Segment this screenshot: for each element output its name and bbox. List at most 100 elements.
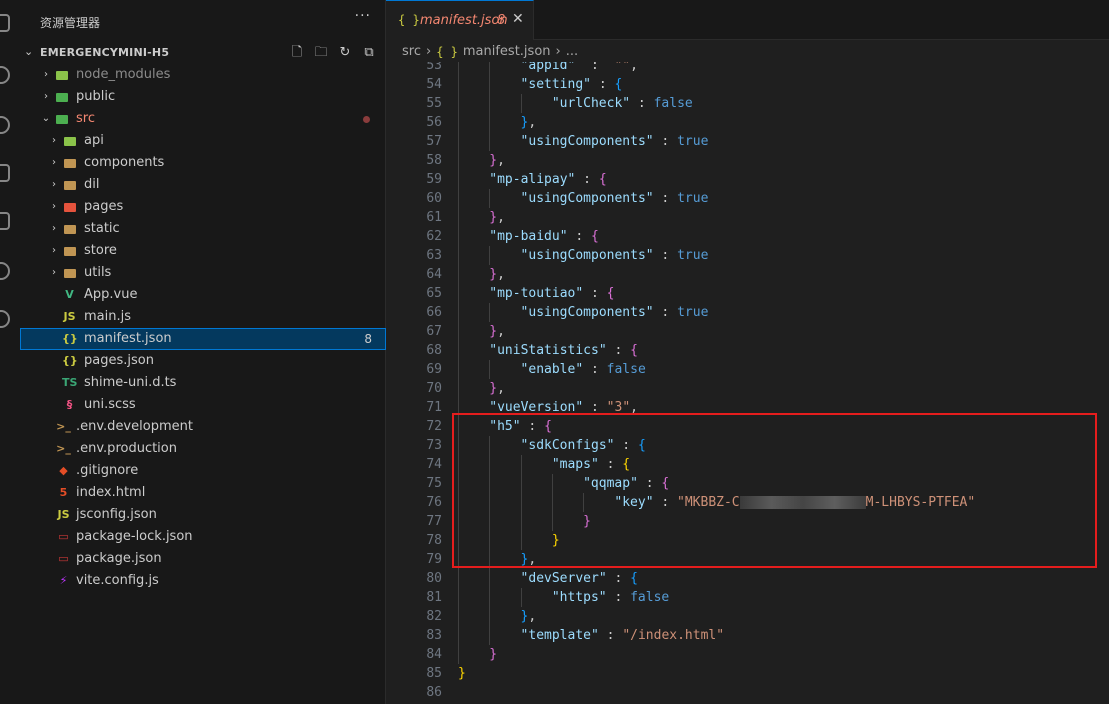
code-token: : bbox=[653, 191, 678, 206]
run-debug-icon[interactable] bbox=[0, 164, 10, 182]
refresh-icon[interactable]: ↻ bbox=[336, 44, 354, 62]
code-line: 63 "usingComponents" : true bbox=[386, 246, 1109, 265]
line-number: 78 bbox=[426, 533, 442, 548]
indent-guide bbox=[458, 265, 459, 284]
tree-item[interactable]: › node_modules bbox=[20, 64, 386, 86]
tree-item[interactable]: >_ .env.production bbox=[20, 438, 386, 460]
code-line: 56}, bbox=[386, 113, 1109, 132]
line-number: 75 bbox=[426, 476, 442, 491]
breadcrumb-file[interactable]: manifest.json bbox=[463, 44, 551, 59]
indent-guide bbox=[489, 360, 491, 379]
account-icon[interactable] bbox=[0, 310, 10, 328]
collapse-icon[interactable]: ⧉ bbox=[360, 44, 378, 62]
tree-item[interactable]: ⌄ src bbox=[20, 108, 386, 130]
tree-item-label: utils bbox=[84, 265, 112, 280]
tree-item[interactable]: {} pages.json bbox=[20, 350, 386, 372]
code-token: , bbox=[497, 267, 505, 282]
tree-item[interactable]: 5 index.html bbox=[20, 482, 386, 504]
tree-item[interactable]: ⚡ vite.config.js bbox=[20, 570, 386, 592]
tree-item[interactable]: › components bbox=[20, 152, 386, 174]
code-text: } bbox=[458, 664, 466, 683]
line-number: 53 bbox=[426, 62, 442, 73]
workspace-root[interactable]: ⌄ EMERGENCYMINI-H5 🗋 🗀 ↻ ⧉ bbox=[20, 42, 386, 64]
tree-item-label: node_modules bbox=[76, 67, 171, 82]
chevron-right-icon: › bbox=[44, 69, 48, 80]
folder-icon bbox=[56, 93, 68, 102]
folder-icon bbox=[64, 269, 76, 278]
code-editor[interactable]: 53 "appid" : "", 54 "setting" : {55 "urlChec… bbox=[386, 62, 1109, 704]
tree-item[interactable]: V App.vue bbox=[20, 284, 386, 306]
tree-item[interactable]: {} manifest.json 8 bbox=[20, 328, 386, 350]
line-number: 80 bbox=[426, 571, 442, 586]
line-number: 70 bbox=[426, 381, 442, 396]
line-number: 79 bbox=[426, 552, 442, 567]
code-token: } bbox=[489, 210, 498, 225]
indent-guide bbox=[520, 94, 522, 113]
code-token: "usingComponents" bbox=[520, 134, 654, 149]
source-control-icon[interactable] bbox=[0, 116, 10, 134]
tree-item-label: vite.config.js bbox=[76, 573, 159, 588]
tree-item[interactable]: JS main.js bbox=[20, 306, 386, 328]
code-token: "https" bbox=[551, 590, 607, 605]
tree-item[interactable]: › dil bbox=[20, 174, 386, 196]
remote-explorer-icon[interactable] bbox=[0, 262, 10, 280]
tree-item[interactable]: › public bbox=[20, 86, 386, 108]
tree-item-label: components bbox=[84, 155, 165, 170]
code-text: "urlCheck" : false bbox=[552, 94, 693, 113]
explorer-title: 资源管理器 bbox=[40, 16, 101, 30]
new-file-icon[interactable]: 🗋 bbox=[288, 44, 306, 62]
indent-guide bbox=[458, 607, 459, 626]
line-number: 68 bbox=[426, 343, 442, 358]
tree-item[interactable]: › utils bbox=[20, 262, 386, 284]
code-token: : bbox=[630, 96, 654, 111]
tree-item[interactable]: JS jsconfig.json bbox=[20, 504, 386, 526]
code-line: 66 "usingComponents" : true bbox=[386, 303, 1109, 322]
file-type-icon: V bbox=[65, 288, 74, 301]
code-text: "usingComponents" : true bbox=[521, 246, 709, 265]
tree-item-label: jsconfig.json bbox=[76, 507, 157, 522]
files-icon[interactable] bbox=[0, 14, 10, 32]
code-line: 62 "mp-baidu" : { bbox=[386, 227, 1109, 246]
tree-item[interactable]: >_ .env.development bbox=[20, 416, 386, 438]
tree-item-label: store bbox=[84, 243, 117, 258]
line-number: 85 bbox=[426, 666, 442, 681]
close-icon[interactable]: ✕ bbox=[512, 11, 524, 27]
search-icon[interactable] bbox=[0, 66, 10, 84]
tree-item-label: public bbox=[76, 89, 116, 104]
indent-guide bbox=[458, 75, 459, 94]
folder-icon bbox=[64, 225, 76, 234]
code-token: { bbox=[630, 343, 638, 358]
code-token: : bbox=[598, 628, 623, 643]
code-token: } bbox=[489, 153, 498, 168]
breadcrumb-folder[interactable]: src bbox=[402, 44, 421, 59]
code-token: true bbox=[677, 134, 709, 149]
code-token: "setting" bbox=[520, 77, 591, 92]
extensions-icon[interactable] bbox=[0, 212, 10, 230]
tree-item[interactable]: § uni.scss bbox=[20, 394, 386, 416]
tree-item[interactable]: ▭ package.json bbox=[20, 548, 386, 570]
new-folder-icon[interactable]: 🗀 bbox=[312, 44, 330, 62]
tree-item[interactable]: › pages bbox=[20, 196, 386, 218]
line-number: 66 bbox=[426, 305, 442, 320]
line-number: 64 bbox=[426, 267, 442, 282]
code-token: : bbox=[606, 571, 631, 586]
tab-manifest-json[interactable]: { } manifest.json 8 ✕ bbox=[386, 0, 534, 40]
tree-item[interactable]: › static bbox=[20, 218, 386, 240]
tree-item[interactable]: ◆ .gitignore bbox=[20, 460, 386, 482]
breadcrumb-symbol[interactable]: ... bbox=[566, 44, 578, 59]
line-number: 82 bbox=[426, 609, 442, 624]
tree-item[interactable]: › store bbox=[20, 240, 386, 262]
tree-item[interactable]: ▭ package-lock.json bbox=[20, 526, 386, 548]
folder-icon bbox=[64, 137, 76, 146]
code-line: 70}, bbox=[386, 379, 1109, 398]
code-line: 53 "appid" : "", bbox=[386, 62, 1109, 75]
code-token: { bbox=[591, 229, 599, 244]
tree-item[interactable]: TS shime-uni.d.ts bbox=[20, 372, 386, 394]
tree-item[interactable]: › api bbox=[20, 130, 386, 152]
indent-guide bbox=[520, 588, 522, 607]
tree-item-label: pages bbox=[84, 199, 124, 214]
problem-count-badge: 8 bbox=[364, 332, 372, 346]
more-actions-icon[interactable]: ··· bbox=[355, 8, 371, 24]
breadcrumb-separator: › bbox=[425, 44, 432, 59]
tree-item-label: package-lock.json bbox=[76, 529, 193, 544]
